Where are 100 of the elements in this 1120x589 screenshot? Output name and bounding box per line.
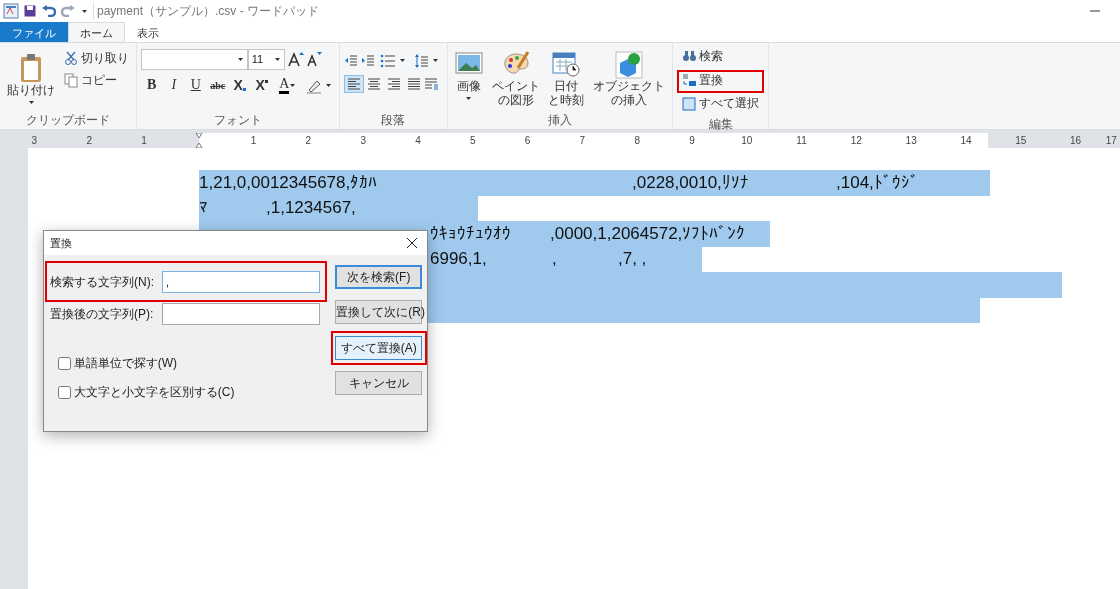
format-button[interactable]: X <box>228 75 251 97</box>
format-button[interactable]: A <box>272 75 303 97</box>
checkbox-label: 単語単位で探す(W) <box>73 355 178 372</box>
replace-icon <box>682 72 696 87</box>
insert-button[interactable]: オブジェクト の挿入 <box>590 48 668 113</box>
align-left-icon <box>346 77 361 91</box>
align-center-icon <box>366 77 381 91</box>
dialog-button[interactable]: すべて置換(A) <box>335 335 423 360</box>
alignment-button[interactable] <box>343 75 364 93</box>
font-size-field[interactable]: 11 <box>247 48 285 70</box>
checkbox[interactable] <box>58 356 71 370</box>
calendar-clock-icon <box>552 50 581 79</box>
caret-icon <box>432 57 439 64</box>
ribbon-tab[interactable]: 表示 <box>125 22 171 42</box>
insert-button[interactable]: 日付 と時刻 <box>545 48 588 113</box>
insert-button[interactable]: 画像 <box>451 48 486 113</box>
document-text: ,1,1234567, <box>266 198 356 219</box>
document-text: , <box>552 249 558 270</box>
edit-button[interactable]: すべて選択 <box>679 95 762 112</box>
group-label: 編集 <box>707 117 734 133</box>
format-button[interactable]: abc <box>206 77 229 94</box>
ruler-number: 10 <box>740 134 754 148</box>
dialog-button[interactable]: 次を検索(F) <box>335 264 423 289</box>
binoculars-icon <box>682 49 696 64</box>
indent-marker-icon[interactable] <box>194 133 203 148</box>
ruler-number: 17 <box>1104 134 1117 148</box>
format-button[interactable]: B <box>140 75 163 97</box>
shrink-font-icon[interactable] <box>306 51 323 68</box>
list-icon <box>380 53 397 68</box>
edit-button[interactable]: 検索 <box>679 48 762 65</box>
copy-icon <box>63 72 78 88</box>
text-field[interactable]: , <box>162 270 320 293</box>
caret-icon <box>399 57 407 64</box>
caret-icon <box>273 55 281 63</box>
justify-icon <box>406 77 421 91</box>
ribbon-tab[interactable]: ファイル <box>0 22 68 42</box>
subscript-mark-icon <box>242 88 246 92</box>
ruler-number: 14 <box>959 134 973 148</box>
document-text: ,104,ﾄﾞｳｼﾞ <box>836 172 919 193</box>
superscript-mark-icon <box>264 80 268 84</box>
dialog-button[interactable]: キャンセル <box>335 371 423 396</box>
clipboard-icon <box>19 53 43 83</box>
format-button[interactable]: I <box>162 75 185 97</box>
caret-icon <box>465 94 473 102</box>
document-text: ,7, , <box>618 249 647 270</box>
field-label: 検索する文字列(N): <box>50 273 155 291</box>
paste-button[interactable]: 貼り付け <box>4 46 58 113</box>
window-title: payment（サンプル）.csv - ワードパッド <box>93 2 320 20</box>
group-label: 挿入 <box>546 113 573 129</box>
close-icon <box>407 238 417 248</box>
caret-icon <box>27 98 35 106</box>
document-text: ,0228,0010,ﾘｿﾅ <box>632 172 750 193</box>
scissors-icon <box>63 50 78 66</box>
edit-button[interactable]: 置換 <box>679 71 762 89</box>
dropdown-icon[interactable] <box>80 7 88 15</box>
group-label: 段落 <box>380 113 407 129</box>
caret-icon <box>236 55 244 63</box>
clipboard-item[interactable]: 切り取り <box>60 48 132 68</box>
grow-font-icon[interactable] <box>287 51 304 68</box>
field-label: 置換後の文字列(P): <box>50 305 155 323</box>
ruler-number: 2 <box>304 134 313 148</box>
group-label: フォント <box>212 113 263 129</box>
ruler-number: 1 <box>249 134 258 148</box>
ribbon-tab[interactable]: ホーム <box>68 22 125 42</box>
align-right-icon <box>386 77 401 91</box>
ruler-number: 3 <box>30 134 39 148</box>
checkbox[interactable] <box>58 385 71 399</box>
app-icon <box>2 3 19 19</box>
caret-icon <box>324 82 332 90</box>
decrease-indent-icon[interactable] <box>343 53 358 68</box>
ruler-number: 15 <box>1014 134 1028 148</box>
document-text: 6996,1, <box>430 249 488 270</box>
ruler-number: 3 <box>359 134 367 148</box>
ruler-number: 13 <box>904 134 918 148</box>
cube-icon <box>615 50 643 79</box>
format-button[interactable]: X <box>250 75 273 97</box>
select-all-icon <box>682 96 696 111</box>
ruler-number: 5 <box>469 134 477 148</box>
ruler-number: 1 <box>140 134 148 148</box>
paragraph-icon[interactable] <box>423 77 438 91</box>
group-label: クリップボード <box>24 113 111 129</box>
format-button[interactable]: U <box>184 75 207 97</box>
dialog-button[interactable]: 置換して次に(R) <box>335 300 423 325</box>
ruler-number: 9 <box>688 134 696 148</box>
save-icon[interactable] <box>24 5 37 17</box>
insert-button[interactable]: ペイント の図形 <box>488 48 543 113</box>
ruler-number: 12 <box>849 134 863 148</box>
undo-icon[interactable] <box>41 5 56 17</box>
increase-indent-icon[interactable] <box>360 53 375 68</box>
document-text: 1,21,0,0012345678,ﾀｶﾊ <box>199 172 379 193</box>
clipboard-item[interactable]: コピー <box>60 70 132 90</box>
document-text: ﾏ <box>199 198 209 219</box>
document-text: ｳｷｮｳﾁｭｳｵｳ <box>430 223 512 244</box>
line-spacing-icon <box>415 53 429 68</box>
ruler-number: 7 <box>578 134 587 148</box>
text-field[interactable] <box>162 302 320 325</box>
ruler-number: 6 <box>523 134 532 148</box>
font-name-field[interactable] <box>140 48 248 70</box>
ruler-number: 11 <box>795 134 808 148</box>
ruler-number: 4 <box>414 134 422 148</box>
